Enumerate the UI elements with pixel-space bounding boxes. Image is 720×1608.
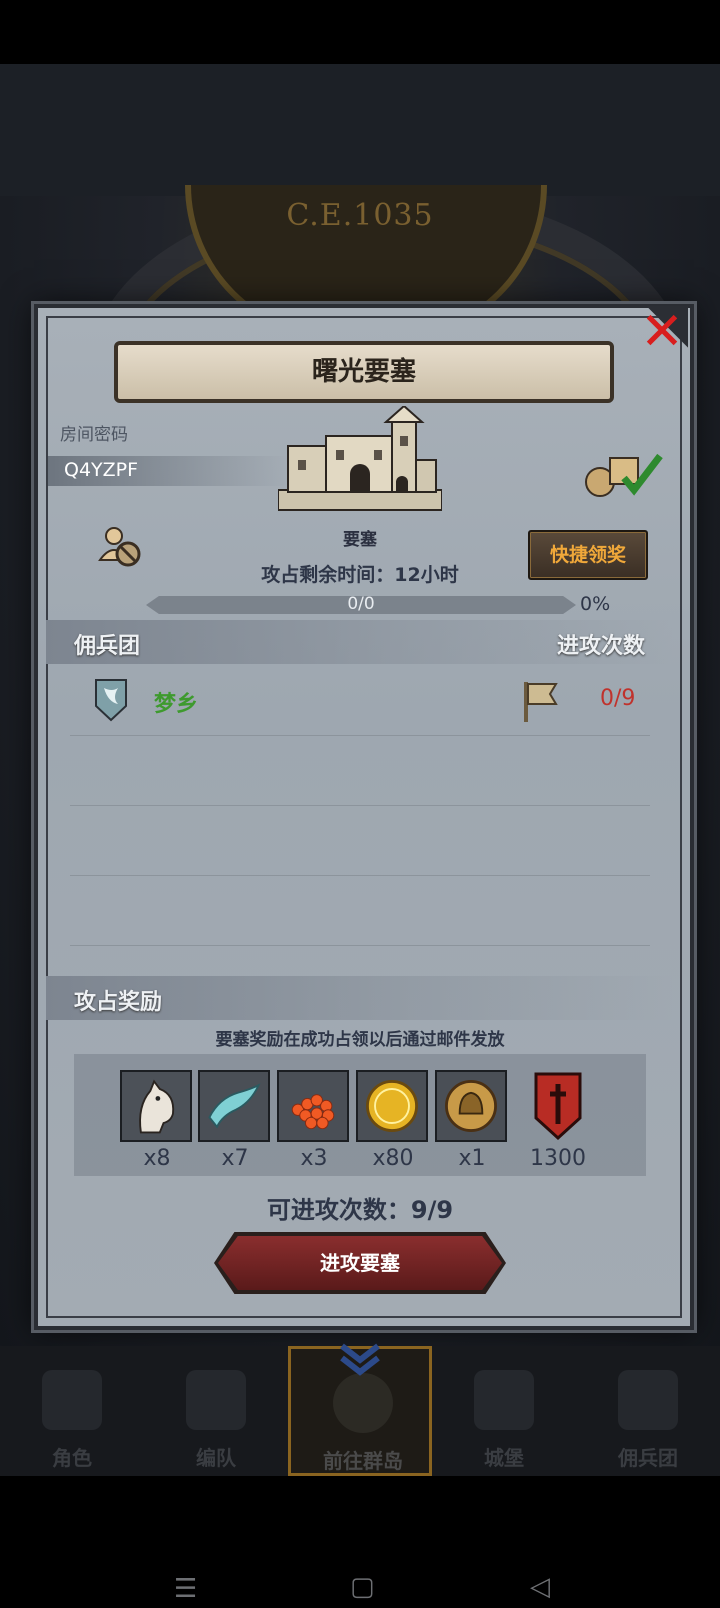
reward-item-horse[interactable] — [120, 1070, 192, 1142]
tab-label: 前往群岛 — [323, 1449, 403, 1473]
back-icon[interactable]: ◁ — [530, 1572, 550, 1602]
attack-attempts: 可进攻次数：9/9 — [266, 1196, 454, 1224]
status-bar — [0, 0, 720, 64]
reward-qty: x3 — [300, 1146, 328, 1171]
formation-icon — [186, 1370, 246, 1430]
tab-formation[interactable]: 编队 — [144, 1346, 288, 1476]
tab-label: 角色 — [52, 1446, 92, 1470]
tab-label: 佣兵团 — [618, 1446, 678, 1470]
reward-item-cloth[interactable] — [198, 1070, 270, 1142]
mercenary-tab-icon — [618, 1370, 678, 1430]
tab-castle[interactable]: 城堡 — [432, 1346, 576, 1476]
row-divider — [70, 875, 650, 876]
cloth-icon — [208, 1083, 261, 1129]
remaining-time: 攻占剩余时间：12小时 — [261, 564, 459, 586]
tab-label: 编队 — [196, 1446, 236, 1470]
compass-icon — [333, 1373, 393, 1433]
reward-qty: x1 — [458, 1146, 486, 1171]
menu-icon[interactable]: ☰ — [174, 1574, 197, 1604]
reward-qty: x80 — [372, 1146, 414, 1171]
room-code-label: 房间密码 — [60, 425, 128, 445]
capture-progress-percent: 0% — [580, 593, 611, 615]
tab-character[interactable]: 角色 — [0, 1346, 144, 1476]
no-visitors-icon — [98, 527, 141, 567]
attack-count: 0/9 — [600, 686, 636, 711]
close-button[interactable]: ✕ — [636, 306, 688, 358]
berries-icon — [291, 1094, 335, 1130]
mercenary-emblem-icon — [95, 679, 127, 722]
horse-icon — [139, 1079, 175, 1134]
flag-icon — [524, 682, 558, 722]
banner-icon — [534, 1072, 582, 1141]
reward-qty: 1300 — [530, 1146, 586, 1171]
character-icon — [42, 1370, 102, 1430]
home-icon[interactable]: ▢ — [350, 1572, 375, 1602]
row-divider — [70, 805, 650, 806]
mercenary-header-title: 佣兵团 — [74, 634, 141, 659]
helmet-medal-icon — [445, 1080, 497, 1132]
rewards-header-title: 攻占奖励 — [74, 990, 163, 1015]
tab-mercenary[interactable]: 佣兵团 — [576, 1346, 720, 1476]
rewards-note: 要塞奖励在成功占领以后通过邮件发放 — [215, 1030, 505, 1050]
chevron-down-icon — [340, 1343, 380, 1376]
reward-qty: x7 — [221, 1146, 249, 1171]
reward-item-gold[interactable] — [356, 1070, 428, 1142]
building-name: 要塞 — [343, 530, 377, 550]
tab-label: 城堡 — [484, 1446, 524, 1470]
mercenary-name[interactable]: 梦乡 — [154, 686, 198, 718]
room-code[interactable]: Q4YZPF — [64, 459, 138, 481]
top-backdrop — [0, 64, 720, 196]
row-divider — [70, 735, 650, 736]
gold-coin-icon — [366, 1080, 418, 1132]
quick-claim-button[interactable]: 快捷领奖 — [528, 530, 648, 580]
attack-fortress-button[interactable]: 进攻要塞 — [218, 1236, 502, 1290]
castle-tab-icon — [474, 1370, 534, 1430]
reward-item-banner[interactable] — [528, 1070, 588, 1142]
attack-count-header: 进攻次数 — [556, 634, 645, 659]
reward-item-medal[interactable] — [435, 1070, 507, 1142]
castle-icon — [278, 406, 442, 511]
reward-qty: x8 — [143, 1146, 171, 1171]
row-divider — [70, 945, 650, 946]
dialog-title: 曙光要塞 — [114, 341, 614, 403]
reward-bag-checked-icon[interactable] — [584, 450, 664, 500]
era-label: C.E.1035 — [286, 198, 434, 233]
reward-item-berries[interactable] — [277, 1070, 349, 1142]
capture-progress-text: 0/0 — [347, 594, 375, 614]
